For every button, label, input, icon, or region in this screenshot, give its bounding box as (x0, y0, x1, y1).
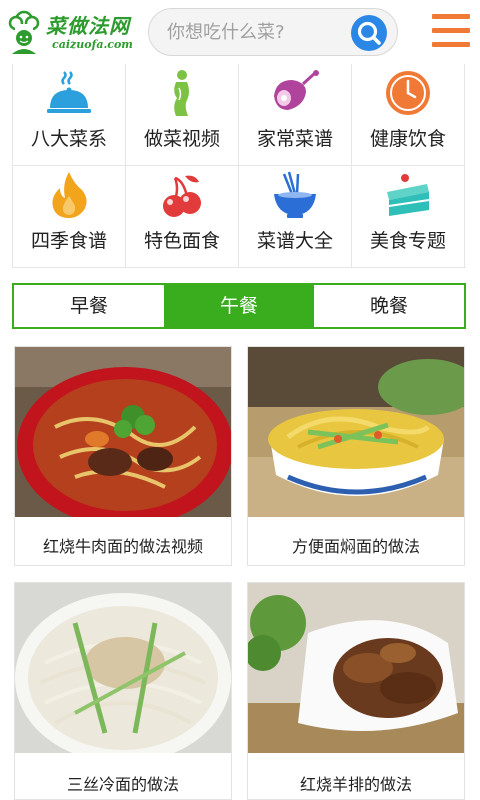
category-videos[interactable]: 做菜视频 (126, 64, 239, 166)
recipe-title: 红烧牛肉面的做法视频 (42, 537, 203, 556)
recipe-photo-beef-noodle (15, 347, 231, 517)
category-label: 四季食谱 (30, 230, 107, 252)
recipe-photo-braised-instant-noodles (248, 347, 464, 517)
menu-button[interactable] (432, 14, 470, 48)
figure-icon (174, 70, 189, 116)
category-label: 做菜视频 (143, 128, 220, 150)
category-grid: 八大菜系 做菜视频 家常菜谱 健康饮食 四季食谱 特色面食 菜谱大全 美食专题 (12, 64, 466, 268)
site-logo[interactable]: 菜做法网 caizuofa.com (6, 8, 134, 56)
logo-text: 菜做法网 (46, 14, 130, 38)
recipe-card[interactable]: 三丝冷面的做法 (14, 582, 232, 800)
meal-tabs: 早餐 午餐 晚餐 (12, 283, 466, 329)
hamburger-line (432, 14, 470, 19)
app-header: 菜做法网 caizuofa.com (0, 0, 480, 64)
recipe-title: 红烧羊排的做法 (299, 775, 412, 794)
recipe-title: 三丝冷面的做法 (66, 775, 179, 794)
category-food-topics[interactable]: 美食专题 (352, 166, 465, 268)
chef-hat-icon (8, 10, 40, 54)
search-icon (357, 21, 381, 45)
category-pasta[interactable]: 特色面食 (126, 166, 239, 268)
recipe-photo-cold-noodles (15, 583, 231, 753)
category-label: 八大菜系 (30, 128, 107, 150)
category-home-recipes[interactable]: 家常菜谱 (239, 64, 352, 166)
noodle-bowl-icon (274, 171, 316, 218)
cherries-icon (163, 175, 201, 217)
recipe-card[interactable]: 方便面焖面的做法 (247, 346, 465, 566)
category-label: 家常菜谱 (256, 128, 333, 150)
ham-icon (274, 70, 319, 110)
clock-icon (386, 71, 430, 115)
search-box[interactable] (148, 8, 398, 56)
category-seasonal[interactable]: 四季食谱 (13, 166, 126, 268)
logo-url: caizuofa.com (52, 38, 133, 51)
cake-slice-icon (387, 174, 430, 216)
search-input[interactable] (167, 9, 347, 55)
category-all-recipes[interactable]: 菜谱大全 (239, 166, 352, 268)
hamburger-line (432, 28, 470, 33)
tab-breakfast[interactable]: 早餐 (14, 285, 164, 327)
recipe-title: 方便面焖面的做法 (291, 537, 420, 556)
search-button[interactable] (351, 15, 387, 51)
recipe-photo-braised-lamb-ribs (248, 583, 464, 753)
serving-cloche-icon (47, 71, 91, 113)
recipe-card[interactable]: 红烧牛肉面的做法视频 (14, 346, 232, 566)
category-healthy-diet[interactable]: 健康饮食 (352, 64, 465, 166)
category-cuisines[interactable]: 八大菜系 (13, 64, 126, 166)
category-label: 美食专题 (369, 230, 446, 252)
category-label: 健康饮食 (369, 128, 446, 150)
tab-lunch[interactable]: 午餐 (164, 285, 314, 327)
category-label: 特色面食 (143, 230, 220, 252)
hamburger-line (432, 42, 470, 47)
flame-icon (52, 172, 87, 218)
tab-dinner[interactable]: 晚餐 (314, 285, 464, 327)
recipe-card[interactable]: 红烧羊排的做法 (247, 582, 465, 800)
category-label: 菜谱大全 (256, 230, 333, 252)
